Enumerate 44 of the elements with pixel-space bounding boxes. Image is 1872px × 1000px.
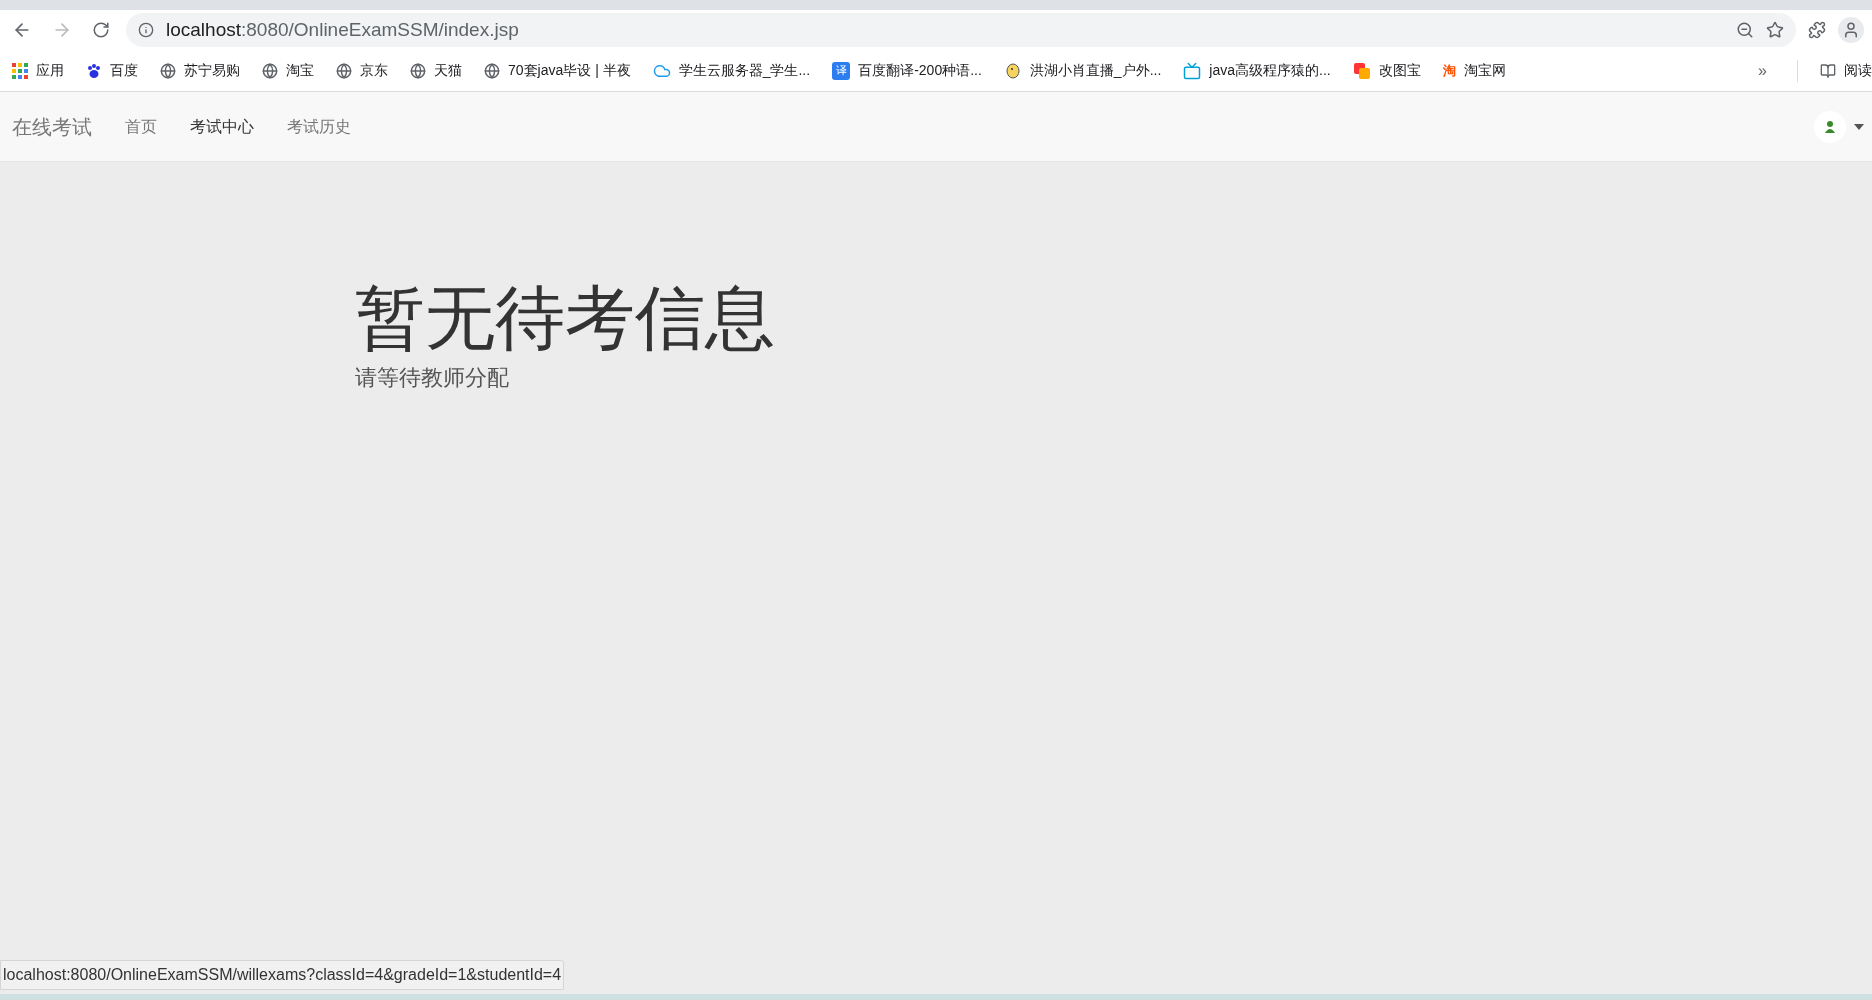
- apps-grid-icon: [12, 62, 28, 79]
- status-bar-url: localhost:8080/OnlineExamSSM/willexams?classId=4&gradeId=1&studentId=4: [0, 960, 565, 990]
- brand-link[interactable]: 在线考试: [12, 111, 92, 142]
- page-subheading: 请等待教师分配: [355, 364, 510, 392]
- bookmark-link[interactable]: java高级程序猿的...: [1183, 60, 1331, 81]
- bookmark-link[interactable]: 译 百度翻译-200种语...: [832, 60, 982, 81]
- bookmark-link[interactable]: 百度: [86, 60, 138, 81]
- caret-icon[interactable]: [1854, 123, 1864, 130]
- bookmark-link[interactable]: 70套java毕设 | 半夜: [484, 60, 631, 81]
- globe-icon: [160, 62, 176, 79]
- url-text: localhost:8080/OnlineExamSSM/index.jsp: [166, 17, 519, 42]
- zoom-out-icon[interactable]: [1736, 21, 1754, 39]
- address-bar[interactable]: localhost:8080/OnlineExamSSM/index.jsp: [126, 13, 1796, 47]
- globe-icon: [410, 62, 426, 79]
- globe-icon: [262, 62, 278, 79]
- nav-link[interactable]: 考试中心: [190, 114, 254, 139]
- reload-icon[interactable]: [92, 21, 110, 39]
- globe-icon: [484, 62, 500, 79]
- translate-icon: 译: [832, 61, 851, 80]
- bookmark-link[interactable]: 洪湖小肖直播_户外...: [1003, 60, 1162, 81]
- bookmark-link[interactable]: 应用: [12, 60, 64, 81]
- paw-icon: [86, 62, 102, 79]
- globe-icon: [336, 62, 352, 79]
- reading-list-icon[interactable]: [1820, 62, 1836, 79]
- more-bookmarks-button[interactable]: »: [1750, 58, 1775, 83]
- bookmark-link[interactable]: 天猫: [410, 60, 462, 81]
- info-icon: [138, 22, 154, 38]
- page-heading: 暂无待考信息: [355, 280, 776, 357]
- nav-link[interactable]: 首页: [125, 114, 157, 139]
- extensions-icon[interactable]: [1808, 21, 1826, 39]
- tv-icon: [1183, 61, 1202, 80]
- tao-icon: 淘: [1442, 64, 1456, 77]
- user-avatar[interactable]: [1814, 110, 1846, 143]
- nav-link[interactable]: 考试历史: [287, 114, 351, 139]
- bookmark-link[interactable]: 京东: [336, 60, 388, 81]
- bookmark-link[interactable]: 苏宁易购: [160, 60, 240, 81]
- squares-icon: [1352, 61, 1371, 80]
- bookmark-link[interactable]: 淘 淘宝网: [1442, 60, 1506, 81]
- bookmark-link[interactable]: 学生云服务器_学生...: [652, 60, 811, 81]
- reading-list-link[interactable]: 阅读: [1844, 60, 1872, 81]
- bookmark-link[interactable]: 改图宝: [1352, 60, 1421, 81]
- bookmark-link[interactable]: 淘宝: [262, 60, 314, 81]
- profile-avatar[interactable]: [1838, 17, 1864, 43]
- star-icon[interactable]: [1766, 21, 1784, 39]
